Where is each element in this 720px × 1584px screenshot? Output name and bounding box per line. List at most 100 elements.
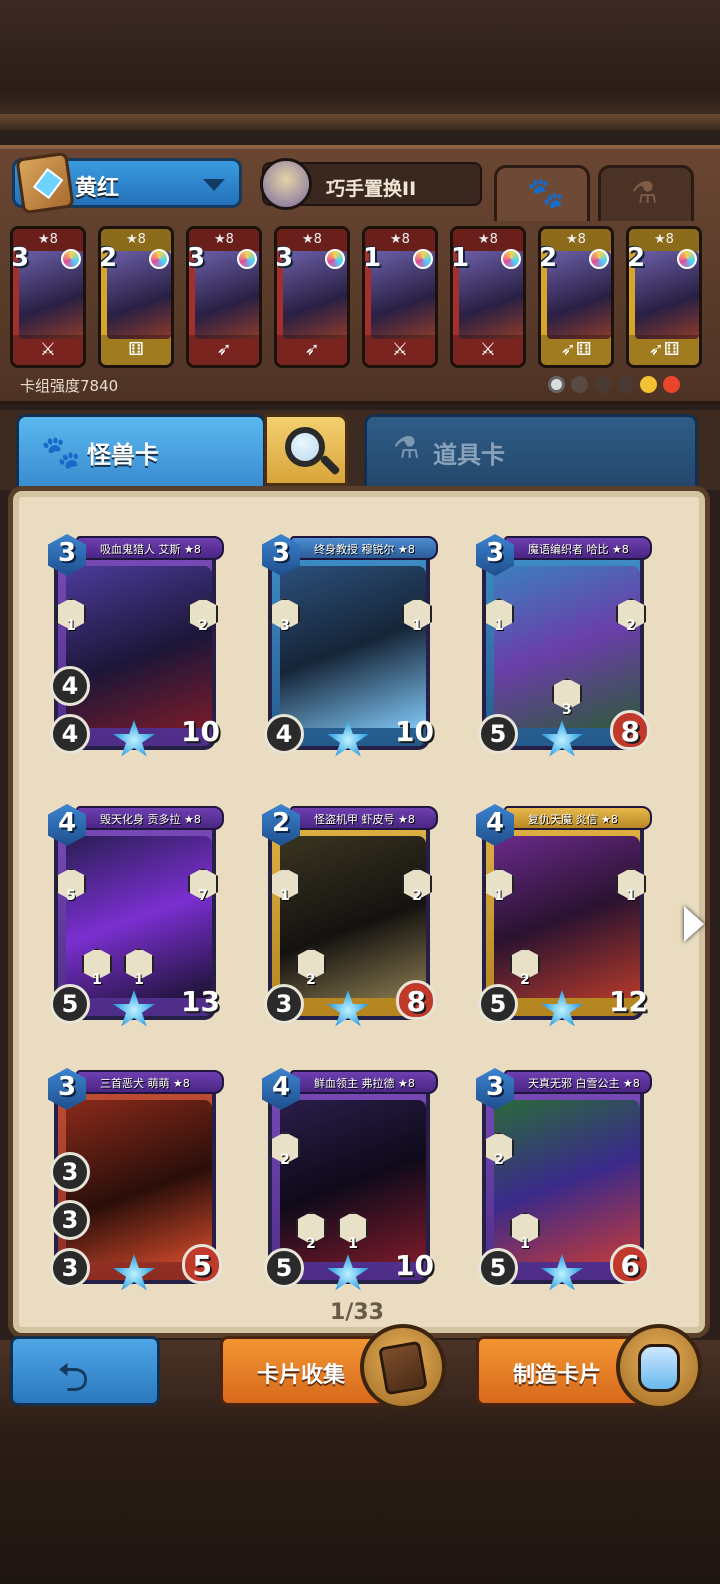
card-hp: 10 <box>395 1249 434 1282</box>
deck-card-cost: 3 <box>11 243 30 273</box>
defense-stat: 3 <box>264 984 304 1024</box>
defense-stat: 4 <box>50 714 90 754</box>
monster-card[interactable]: 鲜血领主 弗拉德 ★8 4 2 2 1 5 10 <box>262 1068 438 1294</box>
card-title-bar: 怪盗机甲 虾皮号 ★8 <box>290 806 438 830</box>
monster-card[interactable]: 三首恶犬 萌萌 ★8 3 3 3 3 5 <box>48 1068 224 1294</box>
attack-stat: 3 <box>50 1200 90 1240</box>
tab-monster-cards[interactable]: 🐾 怪兽卡 <box>16 414 266 486</box>
skill-value: 2 <box>306 1236 316 1252</box>
skill-value: 7 <box>198 888 208 904</box>
hero-skill-name: 巧手置换II <box>326 178 417 200</box>
skill-value: 1 <box>520 1236 530 1252</box>
card-title: 三首恶犬 萌萌 ★8 <box>100 1077 190 1090</box>
deck-card[interactable]: ★8 3 ➶ <box>274 226 350 368</box>
card-collection-icon[interactable] <box>360 1324 446 1410</box>
tab-item-cards[interactable]: ⚗ 道具卡 <box>364 414 698 486</box>
card-cost: 3 <box>57 538 77 568</box>
deck-card-cost: 2 <box>99 243 118 273</box>
defense-stat: 5 <box>478 714 518 754</box>
page-indicator: 1/33 <box>330 1300 384 1325</box>
craft-card-icon[interactable] <box>616 1324 702 1410</box>
deck-card-strip: ★8 3 ⚔ ★8 2 ⚅ ★8 3 ➶ ★8 3 ➶ ★8 1 ⚔ ★8 1 … <box>10 226 710 374</box>
card-title: 终身教授 穆锐尔 ★8 <box>314 543 415 556</box>
element-gem-icon <box>149 249 169 269</box>
deck-card[interactable]: ★8 2 ➶⚅ <box>538 226 614 368</box>
catalog-tabs: 🐾 怪兽卡 ⚗ 道具卡 <box>0 410 720 490</box>
search-button[interactable] <box>264 414 348 486</box>
next-page-arrow-icon[interactable] <box>684 906 704 942</box>
tab-item-deck[interactable]: ⚗ <box>598 165 694 221</box>
skill-value: 2 <box>198 618 208 634</box>
hero-skill-box[interactable]: 巧手置换II <box>260 158 482 210</box>
deck-card-cost: 3 <box>187 243 206 273</box>
card-title-bar: 三首恶犬 萌萌 ★8 <box>76 1070 224 1094</box>
card-hp: 10 <box>181 715 220 748</box>
monster-card[interactable]: 魔语编织者 哈比 ★8 3 1 2 3 5 8 <box>476 534 652 760</box>
card-cost: 2 <box>271 808 291 838</box>
card-art <box>66 1100 212 1262</box>
skill-value: 2 <box>520 972 530 988</box>
gear-element-icon <box>571 376 588 393</box>
potion-icon: ⚗ <box>393 431 420 466</box>
bow-icon: ➶ <box>277 335 347 365</box>
deck-book-icon <box>15 151 75 215</box>
dice-icon: ⚅ <box>101 335 171 365</box>
potion-icon: ⚗ <box>631 176 658 211</box>
deck-power-label: 卡组强度7840 <box>20 377 119 395</box>
deck-name: 黄红 <box>75 176 120 201</box>
defense-stat: 4 <box>264 714 304 754</box>
paw-icon: 🐾 <box>41 433 81 471</box>
deck-card[interactable]: ★8 3 ➶ <box>186 226 262 368</box>
deck-card[interactable]: ★8 2 ➶⚅ <box>626 226 702 368</box>
fire-element-icon <box>663 376 680 393</box>
skill-value: 1 <box>134 972 144 988</box>
deck-card[interactable]: ★8 3 ⚔ <box>10 226 86 368</box>
card-title: 怪盗机甲 虾皮号 ★8 <box>314 813 415 826</box>
card-cost: 3 <box>485 1072 505 1102</box>
deck-card[interactable]: ★8 1 ⚔ <box>362 226 438 368</box>
defense-stat: 5 <box>264 1248 304 1288</box>
back-button[interactable]: ⮌ <box>10 1336 160 1406</box>
tab-monster-deck[interactable]: 🐾 <box>494 165 590 221</box>
element-gem-icon <box>677 249 697 269</box>
bow-dice-icon: ➶⚅ <box>541 335 611 365</box>
monster-card[interactable]: 终身教授 穆锐尔 ★8 3 3 1 4 10 <box>262 534 438 760</box>
tab-monster-label: 怪兽卡 <box>87 441 159 469</box>
card-title: 吸血鬼猎人 艾斯 ★8 <box>100 543 201 556</box>
deck-card[interactable]: ★8 1 ⚔ <box>450 226 526 368</box>
deck-card-cost: 1 <box>451 243 470 273</box>
element-gem-icon <box>413 249 433 269</box>
deck-card[interactable]: ★8 2 ⚅ <box>98 226 174 368</box>
card-title: 毁天化身 贡多拉 ★8 <box>100 813 201 826</box>
search-icon <box>285 427 325 467</box>
craft-card-label: 制造卡片 <box>513 1363 602 1388</box>
card-title-bar: 魔语编织者 哈比 ★8 <box>504 536 652 560</box>
sword-icon: ⚔ <box>13 335 83 365</box>
card-title: 天真无邪 白雪公主 ★8 <box>528 1077 640 1090</box>
monster-card[interactable]: 天真无邪 白雪公主 ★8 3 2 1 5 6 <box>476 1068 652 1294</box>
skill-value: 2 <box>412 888 422 904</box>
card-hp: 12 <box>609 985 648 1018</box>
card-hp: 5 <box>192 1249 212 1282</box>
monster-card[interactable]: 复仇天魔 炎信 ★8 4 1 1 2 5 12 <box>476 804 652 1030</box>
monster-card[interactable]: 毁天化身 贡多拉 ★8 4 5 7 1 1 5 13 <box>48 804 224 1030</box>
sword-icon: ⚔ <box>453 335 523 365</box>
monster-card[interactable]: 怪盗机甲 虾皮号 ★8 2 1 2 2 3 8 <box>262 804 438 1030</box>
card-cost: 4 <box>485 808 505 838</box>
skill-value: 1 <box>494 618 504 634</box>
skill-value: 1 <box>92 972 102 988</box>
element-gem-icon <box>61 249 81 269</box>
deck-card-cost: 1 <box>363 243 382 273</box>
element-gem-icon <box>325 249 345 269</box>
leaf-element-icon <box>617 376 634 393</box>
skill-value: 2 <box>494 1152 504 1168</box>
skill-value: 1 <box>412 618 422 634</box>
monster-card[interactable]: 吸血鬼猎人 艾斯 ★8 3 1 2 4 4 10 <box>48 534 224 760</box>
deck-selector[interactable]: 黄红 <box>12 151 242 215</box>
search-icon-handle <box>319 454 341 476</box>
circle-element-icon <box>548 376 565 393</box>
skill-value: 3 <box>562 702 572 718</box>
defense-stat: 5 <box>478 1248 518 1288</box>
skill-value: 3 <box>280 618 290 634</box>
bow-dice-icon: ➶⚅ <box>629 335 699 365</box>
